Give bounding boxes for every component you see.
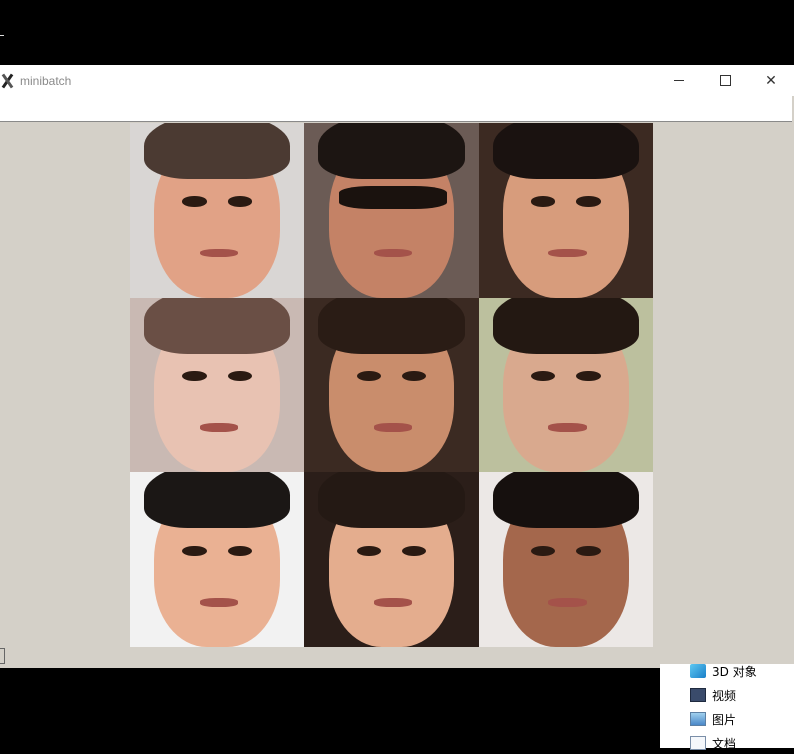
face-mouth: [374, 598, 413, 607]
maximize-button[interactable]: [702, 65, 748, 96]
face-eye: [182, 196, 207, 207]
face-mouth: [199, 248, 239, 258]
face-image: [130, 472, 305, 647]
menu-bar: [0, 96, 792, 122]
face-image: [130, 297, 305, 473]
face-hair: [492, 297, 640, 354]
face-image: [478, 123, 653, 298]
face-hair: [143, 472, 291, 529]
explorer-item[interactable]: 图片: [690, 708, 736, 730]
title-bar[interactable]: minibatch ✕: [0, 65, 794, 96]
face-mouth: [199, 598, 239, 607]
explorer-item[interactable]: 文档: [690, 732, 736, 754]
close-icon: ✕: [765, 72, 777, 88]
face-image: [304, 123, 479, 298]
face-hair: [318, 123, 465, 179]
face-hair: [318, 297, 465, 354]
minibatch-window: minibatch ✕: [0, 65, 794, 668]
status-corner: [0, 648, 5, 664]
face-hair: [143, 123, 291, 179]
explorer-item-label: 3D 对象: [712, 664, 757, 679]
picture-icon: [690, 712, 706, 726]
video-icon: [690, 688, 706, 702]
close-button[interactable]: ✕: [748, 65, 794, 96]
face-mouth: [548, 248, 587, 258]
sunglasses: [339, 185, 448, 209]
window-title: minibatch: [20, 73, 72, 88]
minimize-icon: [674, 80, 684, 81]
face-eye: [356, 545, 382, 557]
face-hair: [492, 123, 640, 179]
face-mouth: [548, 423, 587, 433]
face-eye: [227, 545, 252, 557]
face-hair: [492, 472, 640, 529]
explorer-item[interactable]: 3D 对象: [690, 660, 757, 682]
face-image-grid: [130, 123, 653, 647]
face-mouth: [548, 598, 587, 607]
face-mouth: [374, 248, 413, 258]
x-app-icon: [0, 73, 16, 89]
face-hair: [143, 297, 291, 354]
face-image: [478, 472, 653, 647]
face-mouth: [199, 423, 239, 433]
face-image: [478, 297, 653, 473]
file-explorer-panel: 3D 对象视频图片文档: [660, 664, 794, 751]
maximize-icon: [719, 75, 731, 86]
face-image: [304, 472, 479, 647]
face-eye: [530, 196, 556, 207]
desktop-dash: [0, 35, 4, 36]
explorer-item-label: 图片: [712, 712, 737, 727]
face-mouth: [374, 423, 413, 433]
face-eye: [576, 545, 601, 557]
face-image: [130, 123, 305, 298]
face-image: [304, 297, 479, 473]
explorer-item-label: 视频: [712, 688, 737, 703]
3d-objects-icon: [690, 664, 706, 678]
explorer-item-label: 文档: [712, 736, 737, 751]
face-eye: [576, 196, 601, 207]
minimize-button[interactable]: [656, 65, 702, 96]
face-eye: [182, 545, 207, 557]
face-hair: [318, 472, 465, 529]
explorer-item[interactable]: 视频: [690, 684, 736, 706]
face-eye: [227, 196, 252, 207]
